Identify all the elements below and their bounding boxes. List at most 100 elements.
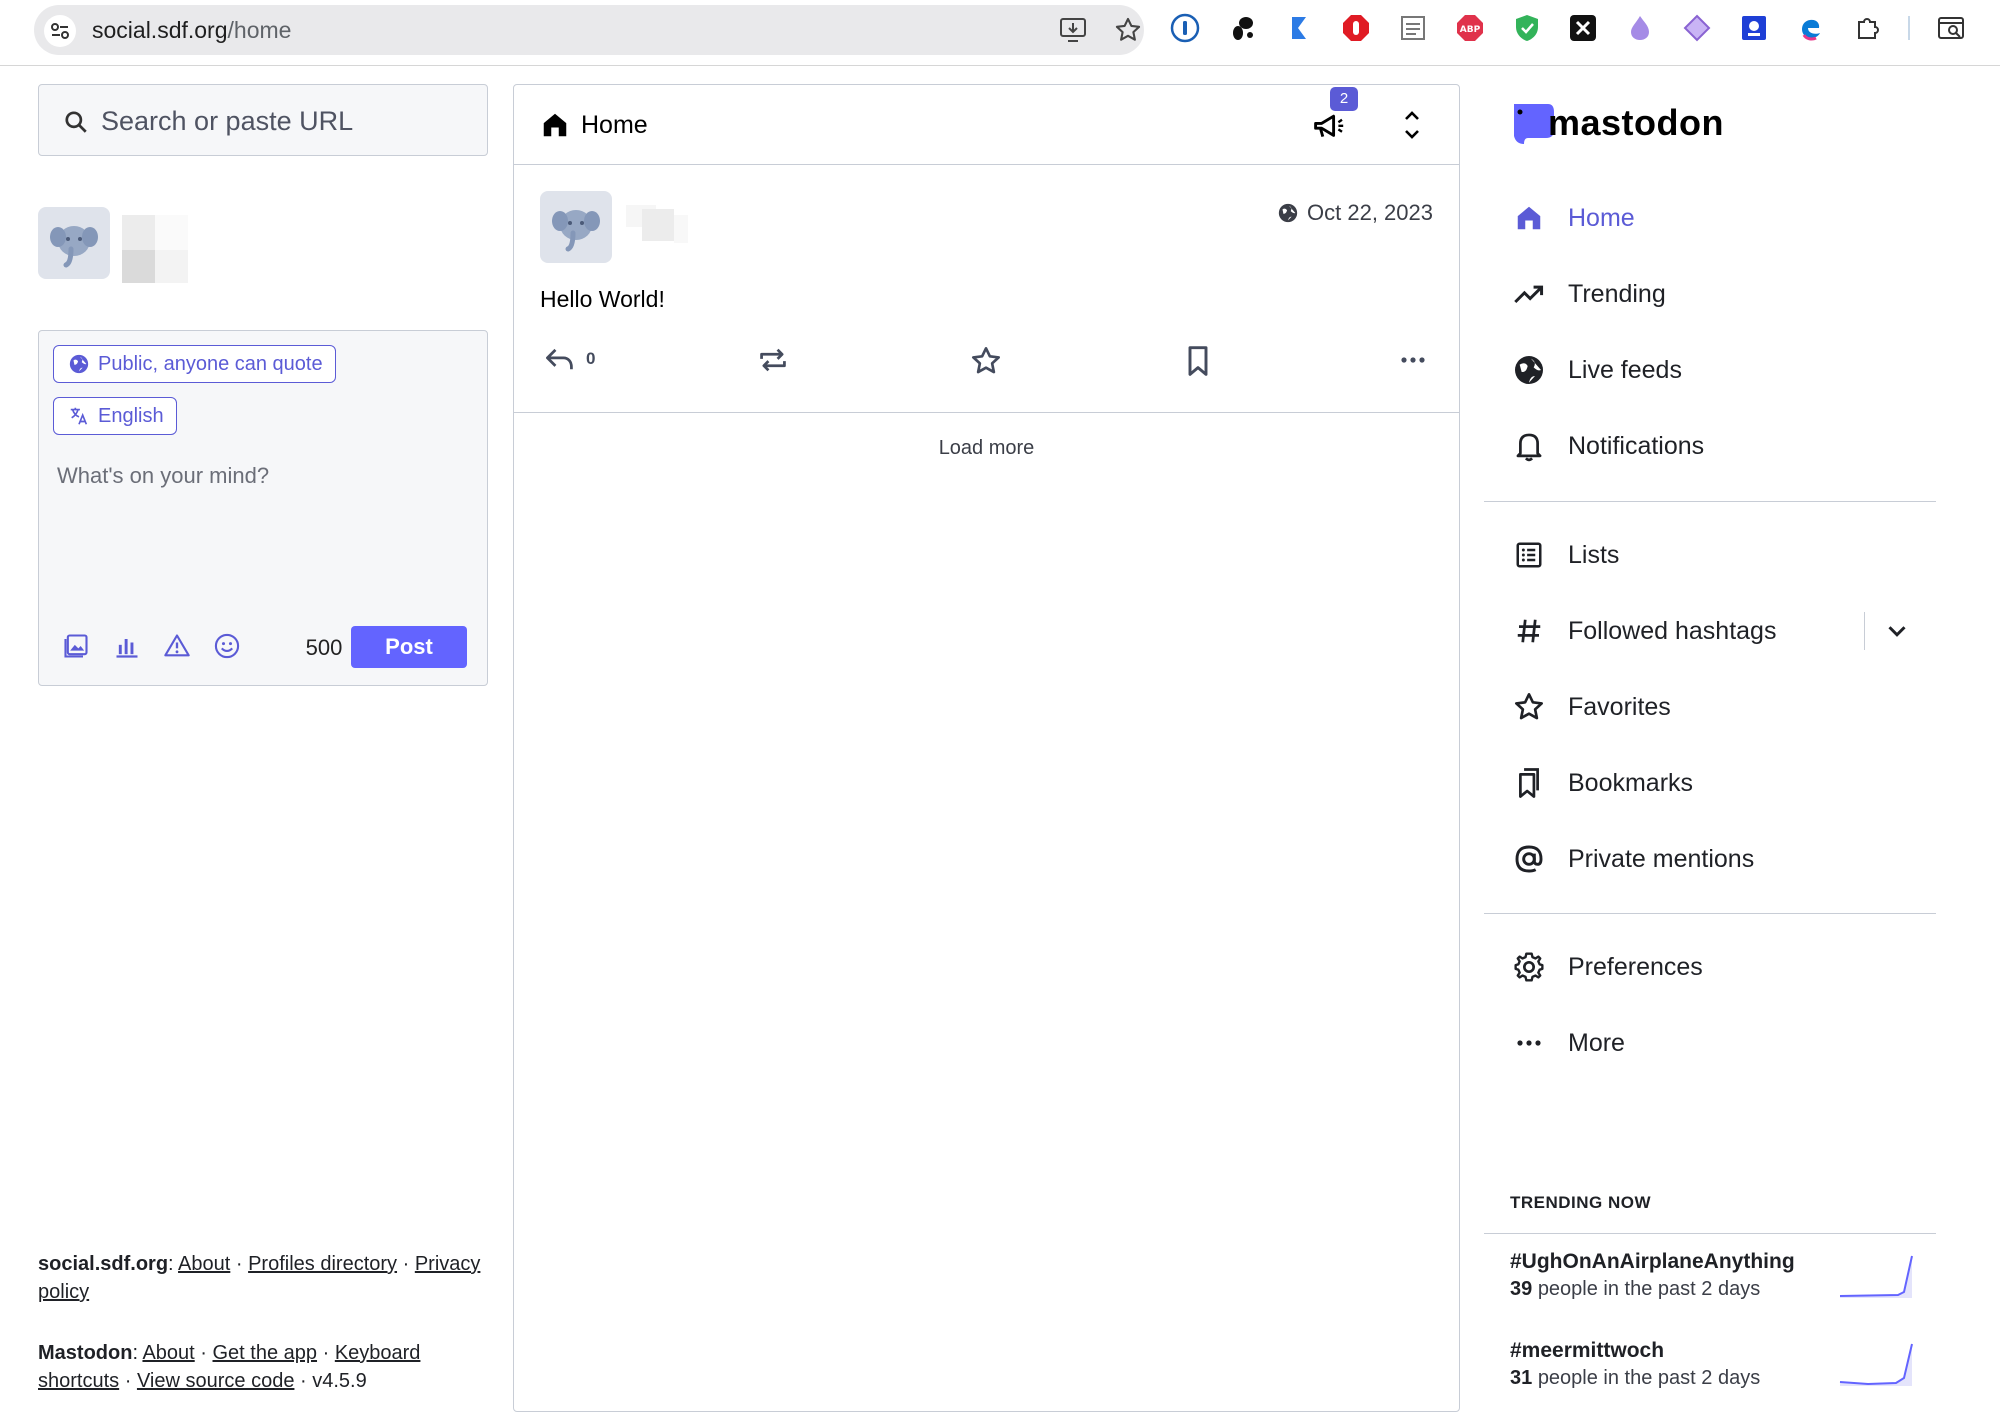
- bookmark-star-icon[interactable]: [1114, 16, 1142, 49]
- toolbar-divider: [1908, 16, 1910, 40]
- search-input[interactable]: [101, 101, 471, 141]
- nav-lists[interactable]: Lists: [1512, 525, 1932, 585]
- status-author-avatar[interactable]: [540, 191, 612, 263]
- media-upload-icon[interactable]: [61, 631, 91, 661]
- nav-trending-label: Trending: [1568, 279, 1666, 308]
- get-app-link[interactable]: Get the app: [213, 1342, 318, 1364]
- expand-collapse-icon[interactable]: [1402, 107, 1422, 148]
- favorite-button[interactable]: [970, 345, 1002, 377]
- visibility-button[interactable]: Public, anyone can quote: [53, 345, 336, 383]
- ellipsis-icon: [1401, 357, 1425, 363]
- adblock-icon[interactable]: ABP: [1455, 13, 1485, 43]
- globe-icon: [1278, 203, 1298, 223]
- status-post[interactable]: Oct 22, 2023 Hello World! 0: [514, 165, 1459, 413]
- flame-icon[interactable]: [1625, 13, 1655, 43]
- load-more-button[interactable]: Load more: [514, 437, 1459, 460]
- boost-button[interactable]: [757, 345, 789, 375]
- emoji-icon[interactable]: [212, 631, 242, 661]
- home-icon: [1512, 201, 1546, 235]
- nav-bookmarks[interactable]: Bookmarks: [1512, 753, 1932, 813]
- kagi-icon[interactable]: [1284, 13, 1314, 43]
- view-source-link[interactable]: View source code: [137, 1370, 295, 1392]
- nav-preferences[interactable]: Preferences: [1512, 937, 1932, 997]
- nav-notifications-label: Notifications: [1568, 431, 1705, 460]
- nav-divider: [1484, 501, 1936, 502]
- language-button[interactable]: English: [53, 397, 177, 435]
- nav-live-feeds[interactable]: Live feeds: [1512, 340, 1932, 400]
- nav-preferences-label: Preferences: [1568, 952, 1703, 981]
- mastodon-name: Mastodon: [38, 1342, 133, 1364]
- nav-favorites-label: Favorites: [1568, 692, 1671, 721]
- search-box[interactable]: [38, 84, 488, 156]
- mastodon-footer: Mastodon: About · Get the app · Keyboard…: [38, 1342, 421, 1392]
- stop-icon[interactable]: [1341, 13, 1371, 43]
- trending-count: 31: [1510, 1367, 1533, 1389]
- nav-private-mentions[interactable]: Private mentions: [1512, 829, 1932, 889]
- server-name: social.sdf.org: [38, 1253, 169, 1275]
- shield-icon[interactable]: [1512, 13, 1542, 43]
- at-sign-icon: [1512, 842, 1546, 876]
- site-settings-icon[interactable]: [44, 15, 76, 47]
- nav-more-label: More: [1568, 1028, 1625, 1057]
- star-icon: [1512, 690, 1546, 724]
- compose-textarea[interactable]: [57, 463, 467, 573]
- boost-icon: [760, 348, 786, 372]
- reply-button[interactable]: 0: [544, 345, 595, 373]
- nav-home[interactable]: Home: [1512, 188, 1932, 248]
- nav-favorites[interactable]: Favorites: [1512, 677, 1932, 737]
- current-user-avatar[interactable]: [38, 207, 110, 279]
- globe-icon: [1512, 353, 1546, 387]
- trending-divider: [1484, 1233, 1936, 1234]
- browser-toolbar: social.sdf.org/home ABP: [0, 0, 2000, 66]
- announcements-icon[interactable]: [1312, 111, 1348, 148]
- mastodon-about-link[interactable]: About: [142, 1342, 194, 1364]
- trending-suffix: people in the past 2 days: [1537, 1367, 1761, 1389]
- gnome-icon[interactable]: [1228, 13, 1258, 43]
- mastodon-wordmark: mastodon: [1548, 102, 1725, 143]
- status-timestamp[interactable]: Oct 22, 2023: [1277, 200, 1433, 226]
- nav-private-mentions-label: Private mentions: [1568, 844, 1755, 873]
- nav-followed-hashtags-label: Followed hashtags: [1568, 616, 1777, 645]
- x-icon[interactable]: [1568, 13, 1598, 43]
- nav-followed-hashtags[interactable]: Followed hashtags: [1512, 601, 1932, 661]
- badge-icon[interactable]: [1739, 13, 1769, 43]
- hashtag-icon: [1512, 614, 1546, 648]
- post-button[interactable]: Post: [351, 626, 467, 668]
- more-options-button[interactable]: [1398, 345, 1428, 375]
- server-about-link[interactable]: About: [178, 1253, 230, 1275]
- home-icon: [540, 110, 570, 145]
- nav-lists-label: Lists: [1568, 540, 1620, 569]
- list-icon: [1512, 538, 1546, 572]
- trending-sparkline: [1839, 1255, 1913, 1298]
- bookmark-button[interactable]: [1184, 345, 1212, 377]
- profiles-directory-link[interactable]: Profiles directory: [248, 1253, 397, 1275]
- bookmark-icon: [1188, 346, 1208, 376]
- status-date: Oct 22, 2023: [1307, 200, 1433, 225]
- nav-home-label: Home: [1568, 203, 1635, 232]
- install-app-icon[interactable]: [1059, 17, 1087, 48]
- reader-icon[interactable]: [1398, 13, 1428, 43]
- trending-icon: [1512, 277, 1546, 311]
- diamond-icon[interactable]: [1682, 13, 1712, 43]
- nav-notifications[interactable]: Notifications: [1512, 416, 1932, 476]
- globe-icon: [69, 354, 89, 374]
- edge-icon[interactable]: [1796, 13, 1826, 43]
- trending-now-heading: TRENDING NOW: [1510, 1193, 1652, 1212]
- nav-more[interactable]: More: [1512, 1013, 1932, 1073]
- announcement-count-badge: 2: [1330, 87, 1358, 111]
- poll-icon[interactable]: [112, 631, 142, 661]
- content-warning-icon[interactable]: [162, 631, 192, 661]
- gear-icon: [1512, 950, 1546, 984]
- translate-icon: [70, 407, 88, 425]
- address-bar[interactable]: social.sdf.org/home: [34, 5, 1144, 55]
- chevron-down-icon[interactable]: [1882, 616, 1912, 651]
- character-counter: 500: [305, 635, 343, 660]
- nav-trending[interactable]: Trending: [1512, 264, 1932, 324]
- bookmarks-icon: [1512, 766, 1546, 800]
- mastodon-logo[interactable]: mastodon: [1508, 98, 1724, 148]
- url-host: social.sdf.org: [92, 17, 228, 43]
- onepassword-icon[interactable]: [1170, 13, 1200, 43]
- search-tab-icon[interactable]: [1936, 13, 1966, 43]
- puzzle-icon[interactable]: [1853, 13, 1883, 43]
- url-text[interactable]: social.sdf.org/home: [92, 17, 291, 44]
